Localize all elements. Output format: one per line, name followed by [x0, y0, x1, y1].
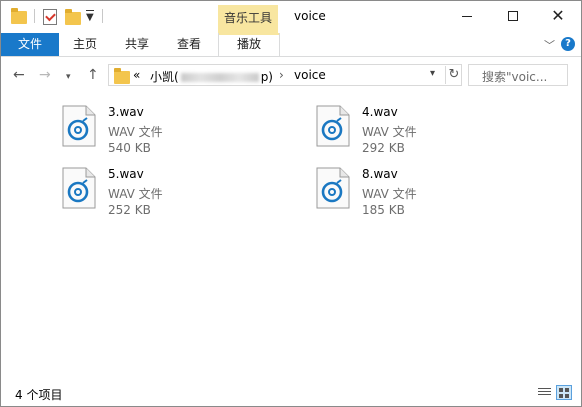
address-history-dropdown-icon[interactable]: ▾	[430, 68, 435, 79]
file-type: WAV 文件	[108, 187, 163, 201]
file-name: 4.wav	[362, 105, 398, 119]
quick-access-dropdown-icon[interactable]: ▼	[86, 10, 94, 24]
file-type: WAV 文件	[108, 125, 163, 139]
ribbon-expand-chevron-icon[interactable]: ﹀	[544, 37, 555, 53]
file-size: 540 KB	[108, 141, 151, 155]
refresh-icon[interactable]: ↻	[445, 66, 462, 84]
breadcrumb-voice[interactable]: voice	[294, 68, 326, 82]
item-count: 4 个项目	[15, 388, 63, 402]
minimize-icon	[462, 16, 472, 17]
breadcrumb-separator-icon[interactable]: ›	[279, 68, 284, 82]
window-folder-icon	[11, 8, 27, 24]
close-button[interactable]: ✕	[535, 1, 581, 31]
wav-audio-file-icon	[316, 105, 350, 147]
file-name: 3.wav	[108, 105, 144, 119]
file-size: 252 KB	[108, 203, 151, 217]
qa-divider	[34, 9, 35, 23]
maximize-icon	[508, 11, 518, 21]
search-box[interactable]: 搜索"voic...	[468, 64, 568, 86]
address-overflow-chevrons[interactable]: «	[133, 68, 140, 82]
arrow-up-icon[interactable]: ↑	[87, 67, 99, 83]
file-name: 8.wav	[362, 167, 398, 181]
title-bar: ▼ 音乐工具 voice ✕	[1, 1, 581, 33]
minimize-button[interactable]	[444, 1, 490, 31]
ribbon-tab-bar: 文件 主页 共享 查看 播放 ﹀ ?	[1, 33, 581, 57]
file-type: WAV 文件	[362, 187, 417, 201]
details-view-icon[interactable]	[538, 388, 551, 399]
file-type: WAV 文件	[362, 125, 417, 139]
tab-file[interactable]: 文件	[1, 33, 59, 56]
wav-audio-file-icon	[62, 105, 96, 147]
file-size: 185 KB	[362, 203, 405, 217]
tab-share[interactable]: 共享	[121, 33, 153, 56]
large-icons-view-icon[interactable]	[556, 385, 572, 400]
navigation-bar: ← → ▾ ↑ « 小凯( p) › voice ▾ ↻ 搜索"voic...	[1, 57, 581, 93]
search-placeholder: 搜索"voic...	[482, 70, 548, 84]
redacted-name	[180, 73, 259, 82]
music-tools-context-header: 音乐工具	[218, 5, 278, 33]
properties-check-icon[interactable]	[43, 9, 57, 25]
file-name: 5.wav	[108, 167, 144, 181]
file-list: 3.wav WAV 文件 540 KB 4.wav WAV 文件 292 KB	[1, 93, 581, 381]
arrow-left-icon[interactable]: ←	[13, 67, 25, 83]
address-folder-icon	[114, 68, 130, 84]
tab-home[interactable]: 主页	[69, 33, 101, 56]
explorer-window: ▼ 音乐工具 voice ✕ 文件 主页 共享 查看 播放 ﹀ ? ← → ▾ …	[0, 0, 582, 407]
breadcrumb-user-suffix: p)	[260, 70, 273, 84]
wav-audio-file-icon	[62, 167, 96, 209]
file-item[interactable]: 3.wav WAV 文件 540 KB	[62, 103, 262, 157]
maximize-button[interactable]	[490, 1, 536, 31]
file-item[interactable]: 4.wav WAV 文件 292 KB	[316, 103, 516, 157]
tab-view[interactable]: 查看	[173, 33, 205, 56]
window-title: voice	[294, 9, 326, 23]
qa-divider-2	[102, 9, 103, 23]
tab-play[interactable]: 播放	[218, 33, 280, 56]
wav-audio-file-icon	[316, 167, 350, 209]
help-icon[interactable]: ?	[561, 37, 575, 51]
new-folder-icon[interactable]	[65, 9, 81, 25]
file-item[interactable]: 5.wav WAV 文件 252 KB	[62, 165, 262, 219]
file-item[interactable]: 8.wav WAV 文件 185 KB	[316, 165, 516, 219]
address-bar[interactable]: « 小凯( p) › voice ▾ ↻	[108, 64, 462, 86]
breadcrumb-user-prefix: 小凯(	[150, 70, 179, 84]
chevron-down-icon[interactable]: ▾	[66, 69, 71, 85]
arrow-right-icon[interactable]: →	[39, 67, 51, 83]
file-size: 292 KB	[362, 141, 405, 155]
status-bar: 4 个项目	[1, 381, 581, 406]
breadcrumb-user-folder[interactable]: 小凯( p)	[150, 68, 273, 85]
close-icon: ✕	[551, 6, 565, 25]
